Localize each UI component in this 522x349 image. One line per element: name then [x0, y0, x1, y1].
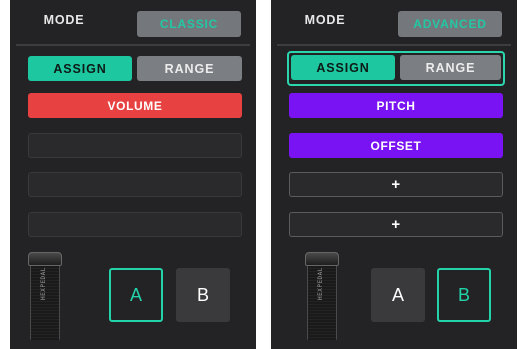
assign-range-switch: ASSIGN RANGE [28, 53, 244, 86]
assign-slot-volume[interactable]: VOLUME [28, 93, 242, 118]
pedal-logo-text: HEXPEDAL [317, 267, 324, 300]
mode-toggle-button[interactable]: ADVANCED [398, 11, 502, 37]
assign-tab[interactable]: ASSIGN [28, 56, 132, 81]
mode-toggle-button[interactable]: CLASSIC [137, 11, 241, 37]
assign-slot-empty[interactable] [28, 212, 242, 237]
assign-tab[interactable]: ASSIGN [291, 55, 395, 80]
range-tab[interactable]: RANGE [137, 56, 242, 81]
assign-slot-offset[interactable]: OFFSET [289, 133, 503, 158]
divider [277, 44, 511, 46]
add-slot-button[interactable]: + [289, 172, 503, 197]
add-slot-button[interactable]: + [289, 212, 503, 237]
footswitch-b-button[interactable]: B [437, 268, 491, 322]
mode-label: MODE [43, 13, 85, 27]
pedal-panel-classic: MODE CLASSIC ASSIGN RANGE VOLUME HEXPEDA… [10, 0, 256, 349]
divider [16, 44, 250, 46]
assign-slot-pitch[interactable]: PITCH [289, 93, 503, 118]
footswitch-b-button[interactable]: B [176, 268, 230, 322]
pedal-toe [305, 252, 339, 266]
expression-pedal-image: HEXPEDAL [305, 252, 339, 340]
range-tab[interactable]: RANGE [400, 55, 501, 80]
pedal-toe [28, 252, 62, 266]
pedal-panel-advanced: MODE ADVANCED ASSIGN RANGE PITCH OFFSET … [271, 0, 517, 349]
expression-pedal-image: HEXPEDAL [28, 252, 62, 340]
footswitch-a-button[interactable]: A [371, 268, 425, 322]
assign-slot-empty[interactable] [28, 172, 242, 197]
assign-range-switch: ASSIGN RANGE [287, 51, 505, 86]
pedal-logo-text: HEXPEDAL [40, 267, 47, 300]
mode-label: MODE [304, 13, 346, 27]
assign-slot-empty[interactable] [28, 133, 242, 158]
footswitch-a-button[interactable]: A [109, 268, 163, 322]
